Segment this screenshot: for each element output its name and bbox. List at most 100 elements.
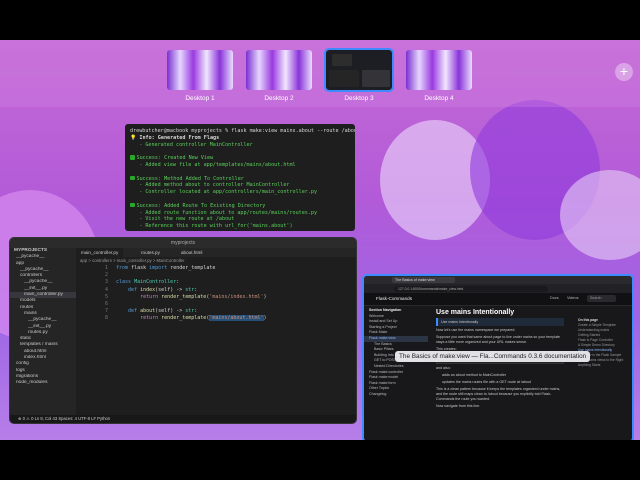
desktop-1-thumbnail[interactable] <box>167 50 233 90</box>
line-number: 5 <box>104 293 108 300</box>
checkmark-icon <box>130 175 135 181</box>
tab-about-html[interactable]: about.html <box>176 248 207 257</box>
checkmark-icon <box>130 202 135 208</box>
line-number: 1 <box>104 265 108 271</box>
code-token: (self) -> <box>155 286 186 293</box>
nav-docs[interactable]: Docs <box>550 296 559 300</box>
code-line[interactable]: 8 return render_template('mains/about.ht… <box>76 315 356 322</box>
line-number: 7 <box>104 308 108 315</box>
terminal-line: Success: Created New View <box>130 155 350 162</box>
code-token: def <box>116 286 141 293</box>
code-token: ) <box>263 315 267 322</box>
terminal-line: Success: Added Route To Existing Directo… <box>130 202 350 210</box>
line-number: 2 <box>104 272 108 279</box>
desktop-4-label: Desktop 4 <box>424 95 454 102</box>
mini-window <box>362 70 390 87</box>
paragraph: updates the mains routes file with a GET… <box>442 380 531 384</box>
paragraph: Now let's use the mains namespace we pre… <box>436 328 516 332</box>
code-token: render_template <box>170 265 216 271</box>
breadcrumb[interactable]: app > controllers > main_controller.py >… <box>80 258 185 263</box>
explorer-item[interactable]: node_modules <box>10 380 76 386</box>
terminal-line: - Added method about to controller MainC… <box>130 182 350 189</box>
status-bar: ⊗ 0 ⚠ 0 Ln 8, Col 43 Spaces: 4 UTF-8 LF … <box>10 415 356 423</box>
line-number: 4 <box>104 286 108 293</box>
code-line[interactable]: 6 <box>76 301 356 308</box>
code-token: : <box>176 279 180 286</box>
code-token: : <box>194 286 198 293</box>
vscode-window[interactable]: myprojects MYPROJECTS __pycache__ app __py… <box>9 237 357 424</box>
terminal-line: 💡 Info: Generated From Flags <box>130 135 350 142</box>
docs-sidebar: Section Navigation Welcome Install and Se… <box>364 306 428 440</box>
terminal-text: Success: Added Route To Existing Directo… <box>136 202 266 209</box>
line-number: 6 <box>104 300 108 307</box>
desktop-3-label: Desktop 3 <box>344 95 374 102</box>
editor-tabs: main_controller.py routes.py about.html <box>76 248 356 257</box>
terminal-window[interactable]: drewbutcher@macbook myprojects % flask m… <box>125 124 355 231</box>
tab-main-controller[interactable]: main_controller.py <box>76 248 124 257</box>
code-token: about <box>140 308 156 315</box>
terminal-line: drewbutcher@macbook myprojects % flask m… <box>130 128 355 135</box>
nav-videos[interactable]: Videos <box>567 296 579 300</box>
terminal-text: - Reference this route with url_for('mai… <box>130 223 293 230</box>
site-title[interactable]: Flask-Commands <box>376 296 412 301</box>
top-letterbox <box>0 0 640 40</box>
mini-window <box>332 54 352 66</box>
terminal-line: - Reference this route with url_for('mai… <box>130 223 350 230</box>
code-token: (self) -> <box>155 308 186 315</box>
code-token: flask <box>131 265 150 271</box>
address-bar: 127.0.0.1:8000/commands/make_view.html <box>364 284 632 293</box>
desktop-2-label: Desktop 2 <box>264 95 294 102</box>
code-token: 'mains/about.html' <box>209 315 264 322</box>
code-editor[interactable]: 1 from flask import render_template 2 3 clas… <box>76 265 356 323</box>
tab-routes[interactable]: routes.py <box>136 248 165 257</box>
terminal-text: Success: Method Added To Controller <box>136 175 244 182</box>
window-title-tooltip: The Basics of make:view — Fla...Commands… <box>395 351 591 362</box>
mission-control: Desktop 1 Desktop 2 Desktop 3 Desktop 4 … <box>0 40 640 440</box>
window-title: myprojects <box>10 238 356 248</box>
code-token: class <box>116 279 135 286</box>
terminal-text: - Controller located at app/controllers/… <box>130 189 318 196</box>
terminal-text: Success: Created New View <box>136 155 214 162</box>
desktop-4-thumbnail[interactable] <box>406 50 472 90</box>
terminal-line: - Controller located at app/controllers/… <box>130 189 350 196</box>
site-navbar: Flask-Commands Docs Videos Search <box>364 293 632 306</box>
code-line[interactable]: 4 def index(self) -> str: <box>76 287 356 294</box>
terminal-text: - Added view file at app/templates/mains… <box>130 161 296 168</box>
browser-tabbar: The Basics of make:view <box>364 276 632 291</box>
code-line[interactable]: 2 <box>76 272 356 279</box>
line-number: 3 <box>104 279 108 286</box>
site-search[interactable]: Search <box>587 295 616 302</box>
toc-item[interactable]: Anything Starts <box>578 363 630 368</box>
add-desktop-button[interactable]: + <box>615 63 633 81</box>
terminal-line: - Added route function about to app/rout… <box>130 210 350 217</box>
paragraph: Suppose you want that same about page to… <box>436 335 561 344</box>
explorer-sidebar: MYPROJECTS __pycache__ app __pycache__ cont… <box>10 248 76 415</box>
url-field[interactable]: 127.0.0.1:8000/commands/make_view.html <box>394 285 548 292</box>
browser-tab[interactable]: The Basics of make:view <box>392 277 455 283</box>
code-line[interactable]: 5 return render_template('mains/index.ht… <box>76 294 356 301</box>
code-token: : <box>194 308 198 315</box>
desktop-3-thumbnail[interactable] <box>324 48 394 92</box>
page-heading: Use mains Intentionally <box>436 309 515 316</box>
paragraph: and also: <box>436 366 451 370</box>
desktop-2-thumbnail[interactable] <box>246 50 312 90</box>
code-line[interactable]: 3 class MainController: <box>76 279 356 286</box>
paragraph: This is a clean pattern because it keeps… <box>436 387 561 401</box>
code-token: ) <box>263 293 267 300</box>
code-line[interactable]: 1 from flask import render_template <box>76 265 356 272</box>
code-token: render_template <box>161 315 207 322</box>
code-token: render_template <box>161 293 207 300</box>
docs-nav-item[interactable]: Changelog <box>364 392 428 398</box>
code-token: str <box>185 308 195 315</box>
desktop-1-label: Desktop 1 <box>185 95 215 102</box>
paragraph: Now navigate from this line. <box>436 404 481 408</box>
checkmark-icon <box>130 155 135 160</box>
terminal-text: - Added method about to controller MainC… <box>130 182 290 189</box>
code-token: from <box>116 265 132 271</box>
code-line[interactable]: 7 def about(self) -> str: <box>76 308 356 315</box>
note-box: Use mains Intentionally <box>436 318 564 326</box>
terminal-line: - Generated controller MainController <box>130 142 350 149</box>
